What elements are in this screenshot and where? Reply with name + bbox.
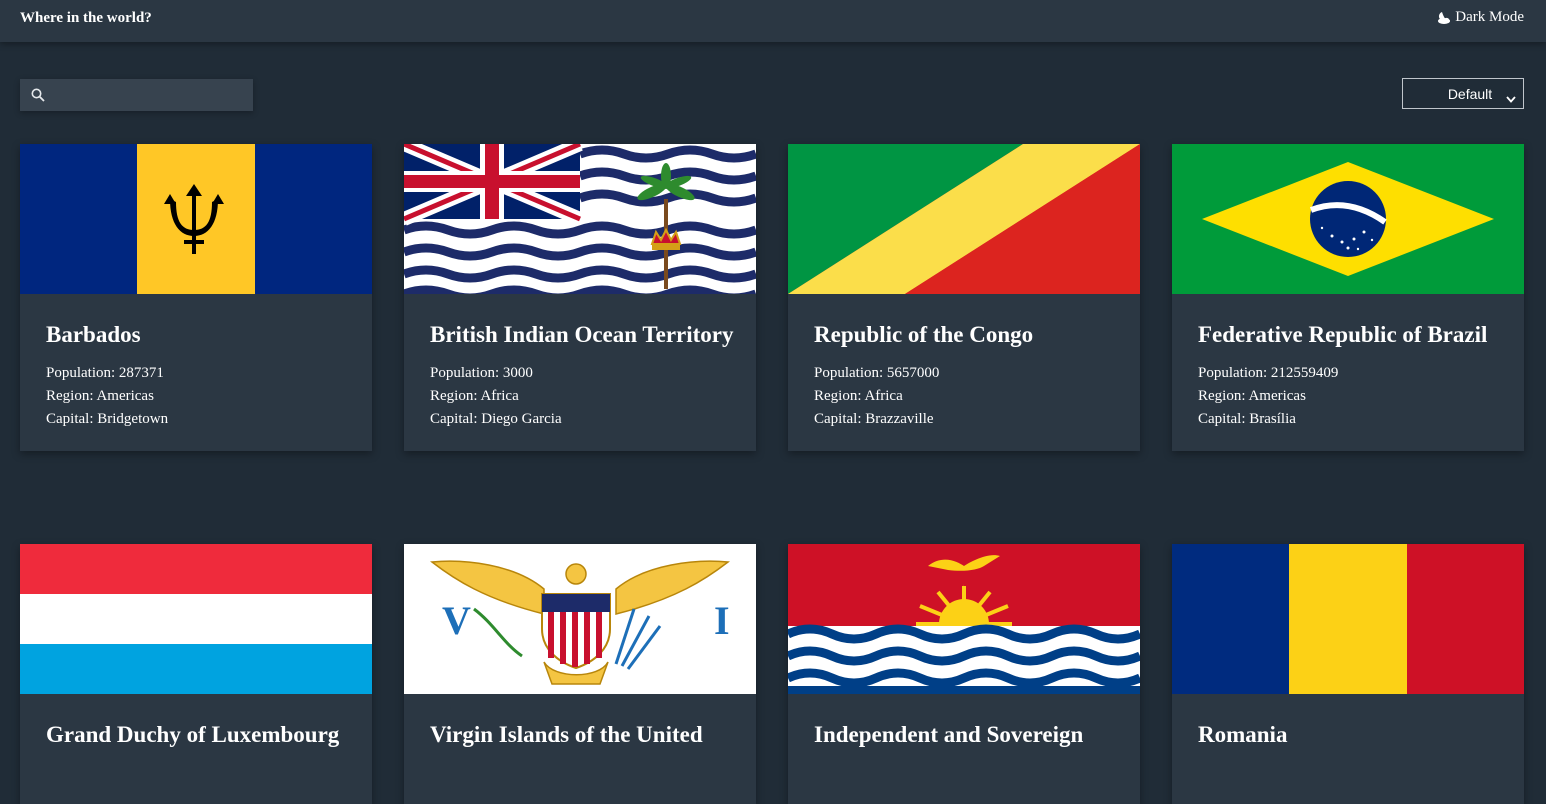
chevron-down-icon (1506, 90, 1516, 106)
flag-kiribati (788, 544, 1140, 694)
flag-us-virgin-islands: V I (404, 544, 756, 694)
country-card[interactable]: Barbados Population: 287371 Region: Amer… (20, 144, 372, 451)
region-line: Region: Africa (430, 388, 519, 404)
flag-romania (1172, 544, 1524, 694)
top-bar: Where in the world? Dark Mode (0, 0, 1546, 42)
region-line: Region: Africa (814, 388, 903, 404)
country-card[interactable]: Independent and Sovereign (788, 544, 1140, 804)
country-name: Romania (1198, 722, 1288, 747)
region-value: Americas (1248, 388, 1306, 404)
population-value: 3000 (502, 365, 533, 381)
moon-icon (1435, 11, 1451, 25)
capital-line: Capital: Brazzaville (814, 411, 934, 427)
country-card[interactable]: Republic of the Congo Population: 565700… (788, 144, 1140, 451)
population-line: Population: 3000 (430, 365, 533, 381)
country-card[interactable]: British Indian Ocean Territory Populatio… (404, 144, 756, 451)
capital-line: Capital: Bridgetown (46, 411, 169, 427)
population-line: Population: 5657000 (814, 365, 940, 381)
flag-barbados (20, 144, 372, 294)
country-name: British Indian Ocean Territory (430, 322, 734, 347)
country-card[interactable]: Grand Duchy of Luxembourg (20, 544, 372, 804)
country-name: Grand Duchy of Luxembourg (46, 722, 340, 747)
region-line: Region: Americas (46, 388, 154, 404)
filter-select[interactable]: Default (1402, 78, 1524, 109)
country-name: Republic of the Congo (814, 322, 1034, 347)
app-title: Where in the world? (20, 10, 152, 26)
country-card[interactable]: Romania (1172, 544, 1524, 804)
population-line: Population: 212559409 (1198, 365, 1339, 381)
region-value: Americas (96, 388, 154, 404)
population-value: 287371 (118, 365, 164, 381)
search-icon (20, 88, 56, 102)
dark-mode-toggle[interactable]: Dark Mode (1435, 9, 1524, 26)
country-name: Federative Republic of Brazil (1198, 322, 1488, 347)
capital-value: Brazzaville (865, 411, 934, 427)
region-value: Africa (480, 388, 519, 404)
country-card[interactable]: Federative Republic of Brazil Population… (1172, 144, 1524, 451)
population-value: 5657000 (886, 365, 940, 381)
population-value: 212559409 (1270, 365, 1339, 381)
capital-value: Bridgetown (97, 411, 169, 427)
flag-luxembourg (20, 544, 372, 694)
population-line: Population: 287371 (46, 365, 164, 381)
capital-line: Capital: Diego Garcia (430, 411, 562, 427)
svg-text:I: I (714, 598, 730, 643)
dark-mode-label: Dark Mode (1455, 9, 1524, 25)
capital-value: Diego Garcia (481, 411, 562, 427)
capital-line: Capital: Brasília (1198, 411, 1296, 427)
region-line: Region: Americas (1198, 388, 1306, 404)
svg-text:V: V (442, 598, 471, 643)
flag-british-indian-ocean-territory (404, 144, 756, 294)
country-card[interactable]: V I Virgin Islands of the United (404, 544, 756, 804)
filter-selected-value: Default (1447, 85, 1493, 102)
country-name: Virgin Islands of the United (430, 722, 703, 747)
flag-republic-of-the-congo (788, 144, 1140, 294)
country-name: Independent and Sovereign (814, 722, 1084, 747)
flag-brazil (1172, 144, 1524, 294)
capital-value: Brasília (1249, 411, 1296, 427)
region-value: Africa (864, 388, 903, 404)
country-name: Barbados (46, 322, 141, 347)
search-box[interactable] (20, 79, 253, 111)
search-input[interactable] (56, 86, 250, 104)
